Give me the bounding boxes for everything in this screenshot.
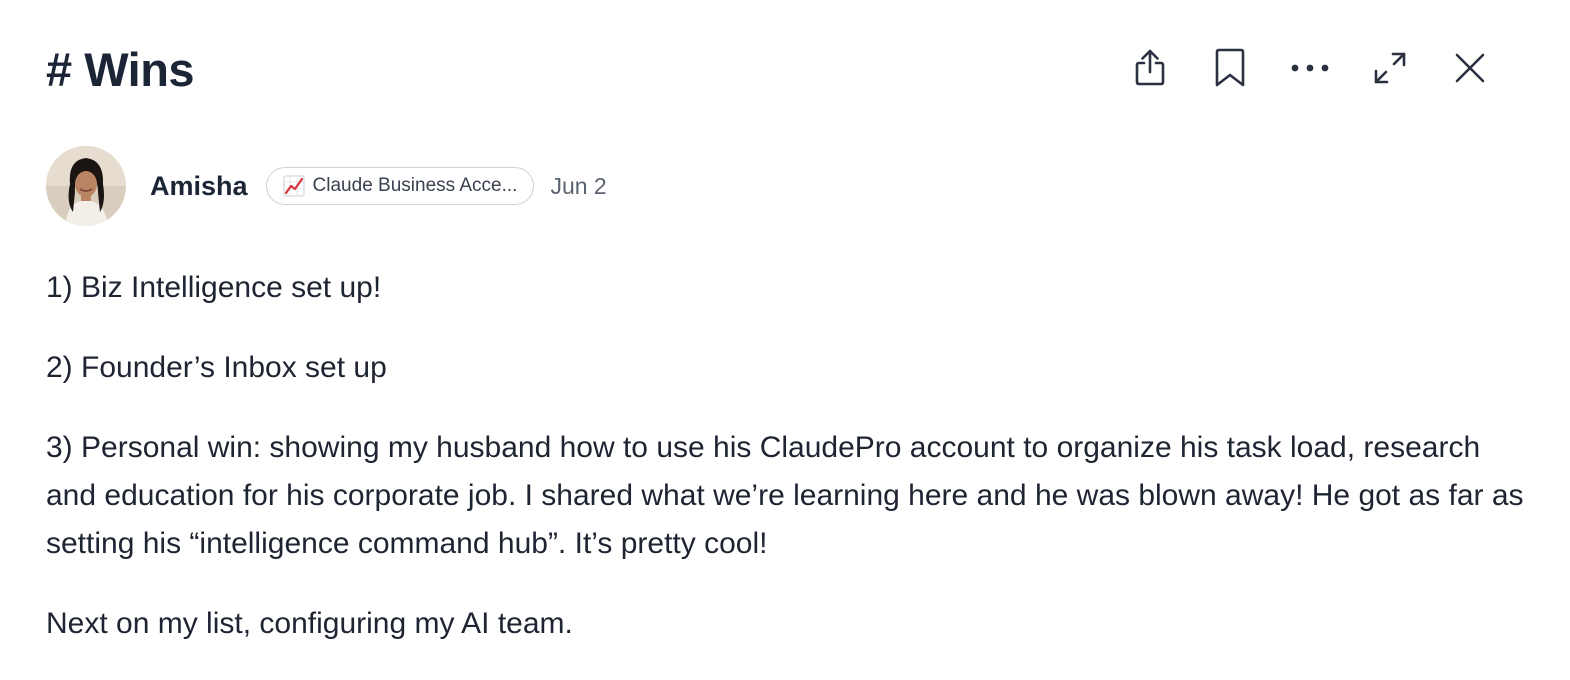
post-author-row: Amisha Claude Business Acce... Jun 2 [46, 146, 607, 226]
more-horizontal-icon [1291, 64, 1329, 72]
post-date: Jun 2 [550, 172, 607, 199]
bookmark-icon [1215, 48, 1245, 87]
share-button[interactable] [1110, 46, 1190, 90]
expand-icon [1374, 52, 1406, 84]
post-body: 1) Biz Intelligence set up! 2) Founder’s… [46, 264, 1526, 680]
channel-title: # Wins [46, 43, 195, 96]
post-paragraph: 3) Personal win: showing my husband how … [46, 431, 1524, 560]
chart-increasing-icon [283, 175, 305, 197]
post-paragraph: Next on my list, configuring my AI team. [46, 607, 573, 640]
post-toolbar [1110, 46, 1510, 90]
expand-button[interactable] [1350, 46, 1430, 90]
close-button[interactable] [1430, 46, 1510, 90]
post-header: # Wins [46, 38, 1510, 102]
post-paragraph: 1) Biz Intelligence set up! [46, 271, 382, 304]
more-options-button[interactable] [1270, 46, 1350, 90]
badge-label: Claude Business Acce... [312, 175, 518, 196]
author-name[interactable]: Amisha [150, 171, 248, 202]
role-badge[interactable]: Claude Business Acce... [265, 167, 535, 205]
close-icon [1455, 53, 1485, 83]
share-icon [1135, 49, 1165, 86]
bookmark-button[interactable] [1190, 46, 1270, 90]
post-paragraph: 2) Founder’s Inbox set up [46, 351, 387, 384]
avatar[interactable] [46, 146, 126, 226]
